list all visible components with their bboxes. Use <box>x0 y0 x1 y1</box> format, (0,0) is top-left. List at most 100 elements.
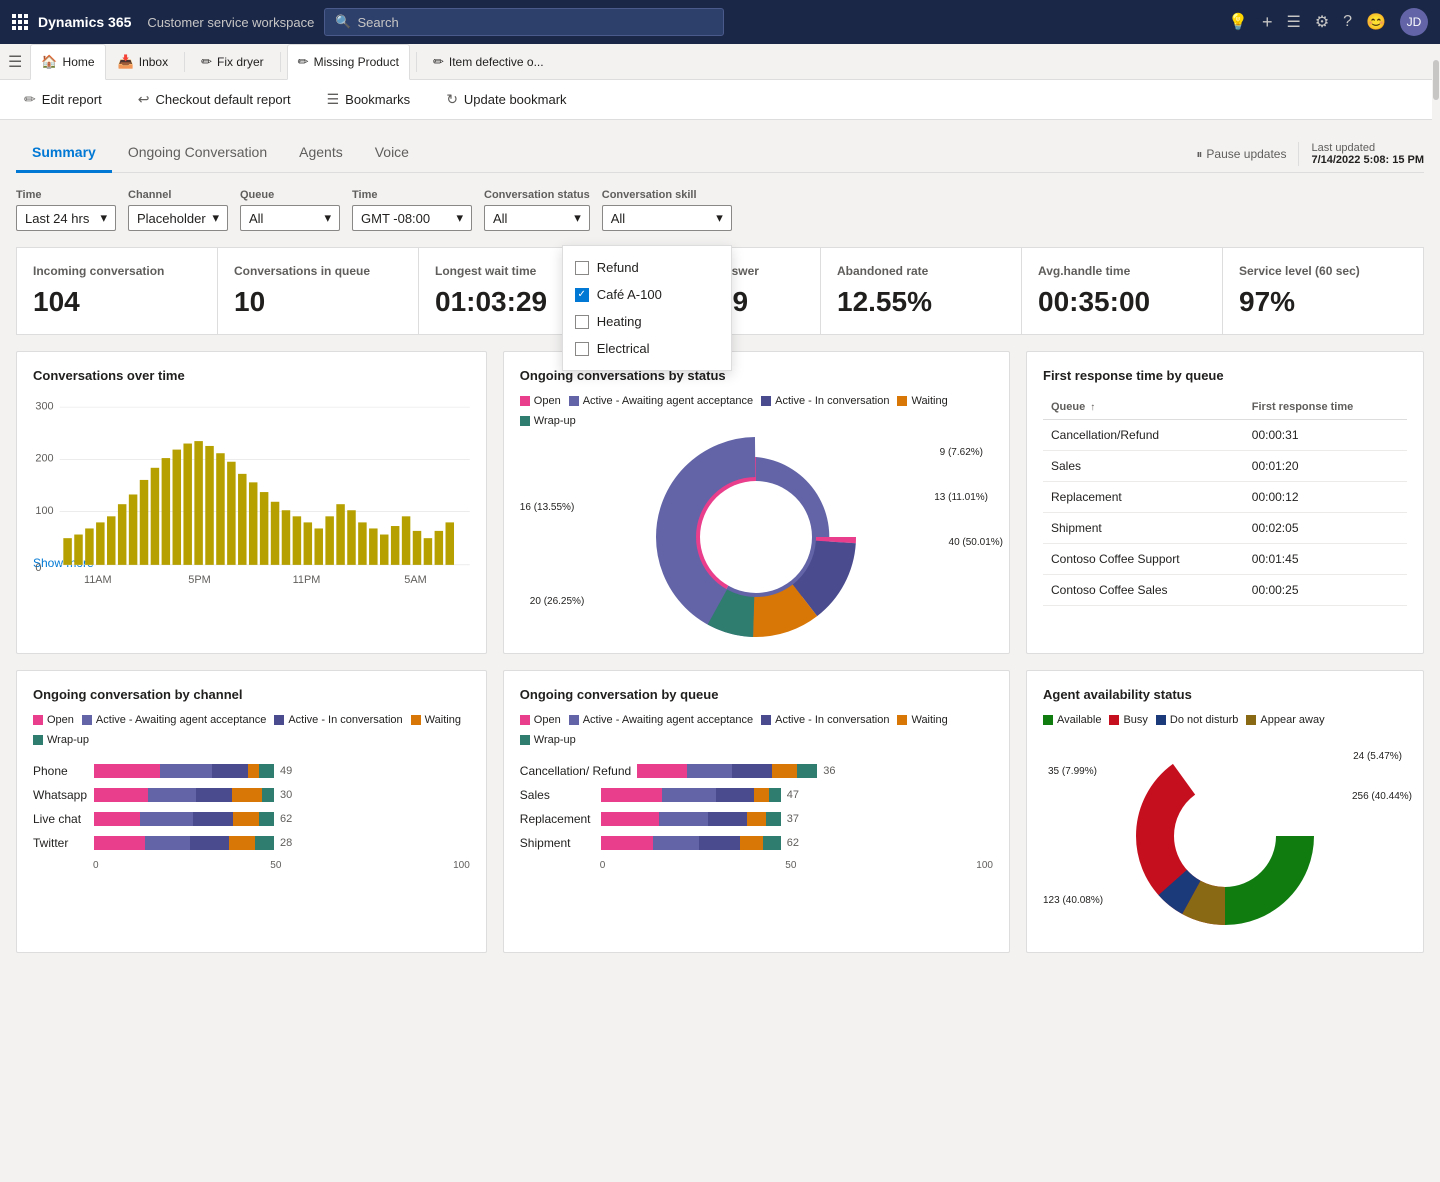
edit-icon-2: ✏ <box>298 54 309 70</box>
channel-legend-in-conv: Active - In conversation <box>288 714 402 726</box>
response-queue-5: Contoso Coffee Sales <box>1043 575 1244 606</box>
channel-seg-3-0 <box>94 836 145 850</box>
sort-icon[interactable]: ↑ <box>1090 402 1095 413</box>
channel-seg-3-3 <box>229 836 255 850</box>
response-time-5: 00:00:25 <box>1244 575 1407 606</box>
tab-item-defective[interactable]: ✏ Item defective o... <box>423 44 554 80</box>
filter-conv-skill-select[interactable]: All ▾ <box>602 205 732 231</box>
first-response-table-container[interactable]: Queue ↑ First response time Cancellation… <box>1043 395 1407 606</box>
edit-report-button[interactable]: ✏ Edit report <box>16 87 110 112</box>
tab-home[interactable]: 🏠 Home <box>30 44 105 80</box>
search-bar[interactable]: 🔍 Search <box>324 8 724 36</box>
col-first-response[interactable]: First response time <box>1244 395 1407 420</box>
queue-seg-0-1 <box>687 764 732 778</box>
help-icon[interactable]: ? <box>1343 13 1352 31</box>
skill-checkbox-electrical[interactable] <box>575 342 589 356</box>
tab-bar: ☰ 🏠 Home 📥 Inbox ✏ Fix dryer ✏ Missing P… <box>0 44 1440 80</box>
tab-inbox[interactable]: 📥 Inbox <box>108 44 179 80</box>
app-grid-icon[interactable] <box>12 14 28 30</box>
legend-active-in-conv-label: Active - In conversation <box>775 395 889 407</box>
chart-title-first-response: First response time by queue <box>1043 368 1407 383</box>
hamburger-menu[interactable]: ☰ <box>8 52 22 72</box>
pause-updates-button[interactable]: ⏸ Pause updates <box>1196 147 1286 162</box>
conv-skill-dropdown: Refund ✓ Café A-100 Heating Electrical <box>562 245 732 371</box>
skill-option-cafe[interactable]: ✓ Café A-100 <box>563 281 731 308</box>
channel-label-2: Live chat <box>33 812 88 826</box>
lightbulb-icon[interactable]: 💡 <box>1228 12 1248 32</box>
skill-option-electrical[interactable]: Electrical <box>563 335 731 362</box>
skill-checkbox-heating[interactable] <box>575 315 589 329</box>
channel-seg-1-2 <box>196 788 232 802</box>
filter-conv-status: Conversation status All ▾ <box>484 189 590 231</box>
channel-label-3: Twitter <box>33 836 88 850</box>
col-queue[interactable]: Queue ↑ <box>1043 395 1244 420</box>
tab-separator-3 <box>416 52 417 72</box>
charts-row-2: Ongoing conversation by channel Open Act… <box>16 670 1424 953</box>
skill-checkbox-refund[interactable] <box>575 261 589 275</box>
tab-agents[interactable]: Agents <box>283 136 359 173</box>
legend-active-awaiting-label: Active - Awaiting agent acceptance <box>583 395 753 407</box>
filter-time2-select[interactable]: GMT -08:00 ▾ <box>352 205 472 231</box>
response-time-3: 00:02:05 <box>1244 513 1407 544</box>
user-avatar[interactable]: JD <box>1400 8 1428 36</box>
update-bookmark-icon: ↻ <box>446 91 458 108</box>
filter-time-select[interactable]: Last 24 hrs ▾ <box>16 205 116 231</box>
notification-icon[interactable]: 😊 <box>1366 12 1386 32</box>
chart-ongoing-by-channel: Ongoing conversation by channel Open Act… <box>16 670 487 953</box>
update-bookmark-button[interactable]: ↻ Update bookmark <box>438 87 574 112</box>
scrollbar-thumb[interactable] <box>1433 60 1439 100</box>
filter-channel-select[interactable]: Placeholder ▾ <box>128 205 228 231</box>
channel-seg-2-4 <box>259 812 274 826</box>
tab-fix-dryer[interactable]: ✏ Fix dryer <box>191 44 274 80</box>
skill-option-heating[interactable]: Heating <box>563 308 731 335</box>
tab-fix-dryer-label: Fix dryer <box>217 55 264 69</box>
kpi-label-5: Avg.handle time <box>1038 264 1206 278</box>
bookmarks-icon: ☰ <box>327 91 340 108</box>
tab-missing-product[interactable]: ✏ Missing Product <box>287 44 410 80</box>
tab-ongoing-conversation[interactable]: Ongoing Conversation <box>112 136 283 173</box>
kpi-value-1: 10 <box>234 286 402 318</box>
tab-summary[interactable]: Summary <box>16 136 112 173</box>
checkout-default-report-button[interactable]: ↩ Checkout default report <box>130 87 299 112</box>
filter-icon[interactable]: ☰ <box>1286 12 1300 32</box>
top-navigation: Dynamics 365 Customer service workspace … <box>0 0 1440 44</box>
bookmarks-button[interactable]: ☰ Bookmarks <box>319 87 419 112</box>
chart-ongoing-by-queue: Ongoing conversation by queue Open Activ… <box>503 670 1010 953</box>
chevron-down-icon-1: ▾ <box>100 210 107 226</box>
agent-legend-busy: Busy <box>1123 714 1147 726</box>
queue-seg-2-2 <box>708 812 747 826</box>
module-name: Customer service workspace <box>147 15 314 30</box>
channel-row-1: Whatsapp30 <box>33 788 470 802</box>
filter-queue: Queue All ▾ <box>240 189 340 231</box>
channel-seg-0-4 <box>259 764 274 778</box>
queue-label-0: Cancellation/ Refund <box>520 764 631 778</box>
queue-seg-1-4 <box>769 788 780 802</box>
bar-chart-svg: 300 200 100 0 <box>33 395 470 589</box>
filter-conv-status-select[interactable]: All ▾ <box>484 205 590 231</box>
filter-channel-value: Placeholder <box>137 211 206 226</box>
last-updated-value: 7/14/2022 5:08: 15 PM <box>1311 154 1424 166</box>
first-response-table: Queue ↑ First response time Cancellation… <box>1043 395 1407 606</box>
channel-seg-1-3 <box>232 788 262 802</box>
filter-queue-select[interactable]: All ▾ <box>240 205 340 231</box>
donut-label-3: 40 (50.01%) <box>949 537 1003 548</box>
legend-wrapup: Wrap-up <box>520 415 576 427</box>
bookmarks-label: Bookmarks <box>345 92 410 107</box>
checkout-label: Checkout default report <box>155 92 290 107</box>
scrollbar-indicator[interactable] <box>1432 60 1440 1182</box>
queue-label-3: Shipment <box>520 836 595 850</box>
response-row-1: Sales 00:01:20 <box>1043 451 1407 482</box>
queue-legend-waiting: Waiting <box>911 714 947 726</box>
skill-checkbox-cafe[interactable]: ✓ <box>575 288 589 302</box>
settings-icon[interactable]: ⚙ <box>1315 12 1329 32</box>
skill-option-refund[interactable]: Refund <box>563 254 731 281</box>
tab-voice[interactable]: Voice <box>359 136 425 173</box>
home-icon: 🏠 <box>41 54 57 70</box>
summary-tab-right: ⏸ Pause updates Last updated 7/14/2022 5… <box>1196 142 1424 166</box>
filter-conv-status-label: Conversation status <box>484 189 590 201</box>
add-icon[interactable]: + <box>1262 12 1273 33</box>
channel-row-0: Phone49 <box>33 764 470 778</box>
filter-queue-value: All <box>249 211 263 226</box>
channel-seg-1-1 <box>148 788 196 802</box>
legend-waiting-label: Waiting <box>911 395 947 407</box>
